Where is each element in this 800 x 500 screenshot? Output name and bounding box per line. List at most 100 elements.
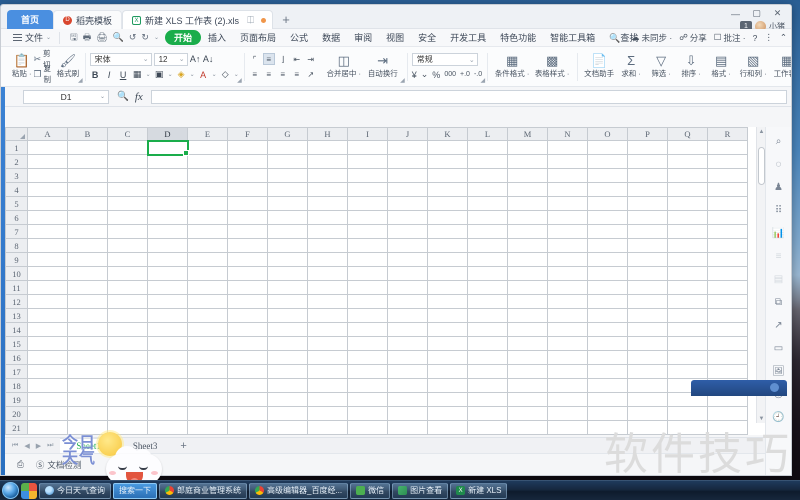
cell-m2[interactable] <box>507 154 548 169</box>
cell-g5[interactable] <box>267 196 308 211</box>
row-header-12[interactable]: 12 <box>5 294 28 309</box>
fill-color-icon[interactable]: ◈ <box>176 69 187 81</box>
column-header-m[interactable]: M <box>507 127 548 141</box>
cell-f11[interactable] <box>227 280 268 295</box>
sync-status[interactable]: ☁ 未同步 · <box>631 32 672 44</box>
cell-b20[interactable] <box>67 406 108 421</box>
row-header-3[interactable]: 3 <box>5 168 28 183</box>
column-header-h[interactable]: H <box>307 127 348 141</box>
cell-l18[interactable] <box>467 378 508 393</box>
cell-d12[interactable] <box>147 294 188 309</box>
cell-l20[interactable] <box>467 406 508 421</box>
cell-a22[interactable] <box>27 434 68 435</box>
cell-j22[interactable] <box>387 434 428 435</box>
comma-style-button[interactable]: 000 <box>444 71 456 78</box>
cell-i17[interactable] <box>347 364 388 379</box>
column-header-c[interactable]: C <box>107 127 148 141</box>
chevron-down-icon[interactable]: ⌄ <box>421 69 429 80</box>
cell-f17[interactable] <box>227 364 268 379</box>
chevron-down-icon[interactable]: ⌄ <box>190 71 195 78</box>
cell-h3[interactable] <box>307 168 348 183</box>
row-header-4[interactable]: 4 <box>5 182 28 197</box>
cell-j7[interactable] <box>387 224 428 239</box>
cell-q4[interactable] <box>667 182 708 197</box>
clear-format-icon[interactable]: ◇ <box>220 69 231 81</box>
ribbon-tab-data[interactable]: 数据 <box>315 31 347 44</box>
cell-b8[interactable] <box>67 238 108 253</box>
new-tab-button[interactable]: + <box>273 12 299 27</box>
vertical-scrollbar[interactable]: ▲ ▼ <box>756 127 765 423</box>
cell-p9[interactable] <box>627 252 668 267</box>
cell-h8[interactable] <box>307 238 348 253</box>
cell-a9[interactable] <box>27 252 68 267</box>
cell-p20[interactable] <box>627 406 668 421</box>
column-header-r[interactable]: R <box>707 127 748 141</box>
cell-f1[interactable] <box>227 140 268 155</box>
cell-g1[interactable] <box>267 140 308 155</box>
cell-f10[interactable] <box>227 266 268 281</box>
cell-j5[interactable] <box>387 196 428 211</box>
cell-a21[interactable] <box>27 420 68 435</box>
cell-q7[interactable] <box>667 224 708 239</box>
undo-icon[interactable]: ↺ <box>129 32 137 43</box>
cell-d5[interactable] <box>147 196 188 211</box>
cell-e10[interactable] <box>187 266 228 281</box>
cell-o8[interactable] <box>587 238 628 253</box>
cell-o13[interactable] <box>587 308 628 323</box>
cell-r6[interactable] <box>707 210 748 225</box>
cell-h7[interactable] <box>307 224 348 239</box>
cell-i2[interactable] <box>347 154 388 169</box>
cell-i8[interactable] <box>347 238 388 253</box>
cell-e1[interactable] <box>187 140 228 155</box>
cell-h16[interactable] <box>307 350 348 365</box>
taskbar-item-business-system[interactable]: 郎庭商业管理系统 <box>159 482 247 499</box>
cell-d18[interactable] <box>147 378 188 393</box>
cell-b15[interactable] <box>67 336 108 351</box>
sort-button[interactable]: ⇩ 排序 · <box>676 54 706 79</box>
format-painter-button[interactable]: 🖌 格式刷 <box>56 54 80 79</box>
ribbon-tab-smart-toolbox[interactable]: 智能工具箱 <box>543 31 602 44</box>
cell-m18[interactable] <box>507 378 548 393</box>
cell-f12[interactable] <box>227 294 268 309</box>
copy-button[interactable]: ❐ 复制 <box>33 64 56 84</box>
cell-d21[interactable] <box>147 420 188 435</box>
cell-e18[interactable] <box>187 378 228 393</box>
cell-j4[interactable] <box>387 182 428 197</box>
cell-b5[interactable] <box>67 196 108 211</box>
increase-decimal-button[interactable]: +.0 <box>460 71 470 78</box>
cell-f5[interactable] <box>227 196 268 211</box>
column-header-e[interactable]: E <box>187 127 228 141</box>
cell-l5[interactable] <box>467 196 508 211</box>
cell-l7[interactable] <box>467 224 508 239</box>
cell-n9[interactable] <box>547 252 588 267</box>
shape-icon[interactable]: ◌ <box>772 157 786 171</box>
cell-f13[interactable] <box>227 308 268 323</box>
alignment-dialog-launcher-icon[interactable]: ◢ <box>400 77 405 84</box>
cell-r22[interactable] <box>707 434 748 435</box>
cell-e22[interactable] <box>187 434 228 435</box>
cell-k18[interactable] <box>427 378 468 393</box>
cell-b4[interactable] <box>67 182 108 197</box>
cell-q11[interactable] <box>667 280 708 295</box>
cell-k13[interactable] <box>427 308 468 323</box>
cell-i19[interactable] <box>347 392 388 407</box>
cell-h20[interactable] <box>307 406 348 421</box>
cell-d15[interactable] <box>147 336 188 351</box>
cell-q6[interactable] <box>667 210 708 225</box>
cell-r3[interactable] <box>707 168 748 183</box>
row-header-10[interactable]: 10 <box>5 266 28 281</box>
cell-c22[interactable] <box>107 434 148 435</box>
cell-p22[interactable] <box>627 434 668 435</box>
cell-j18[interactable] <box>387 378 428 393</box>
cell-k19[interactable] <box>427 392 468 407</box>
align-middle-button[interactable]: ≡ <box>262 53 275 65</box>
cell-c11[interactable] <box>107 280 148 295</box>
cell-p21[interactable] <box>627 420 668 435</box>
cell-o20[interactable] <box>587 406 628 421</box>
cell-k20[interactable] <box>427 406 468 421</box>
cell-r8[interactable] <box>707 238 748 253</box>
zoom-find-icon[interactable]: 🔍 <box>117 91 129 102</box>
cell-h2[interactable] <box>307 154 348 169</box>
cell-k8[interactable] <box>427 238 468 253</box>
cell-i7[interactable] <box>347 224 388 239</box>
